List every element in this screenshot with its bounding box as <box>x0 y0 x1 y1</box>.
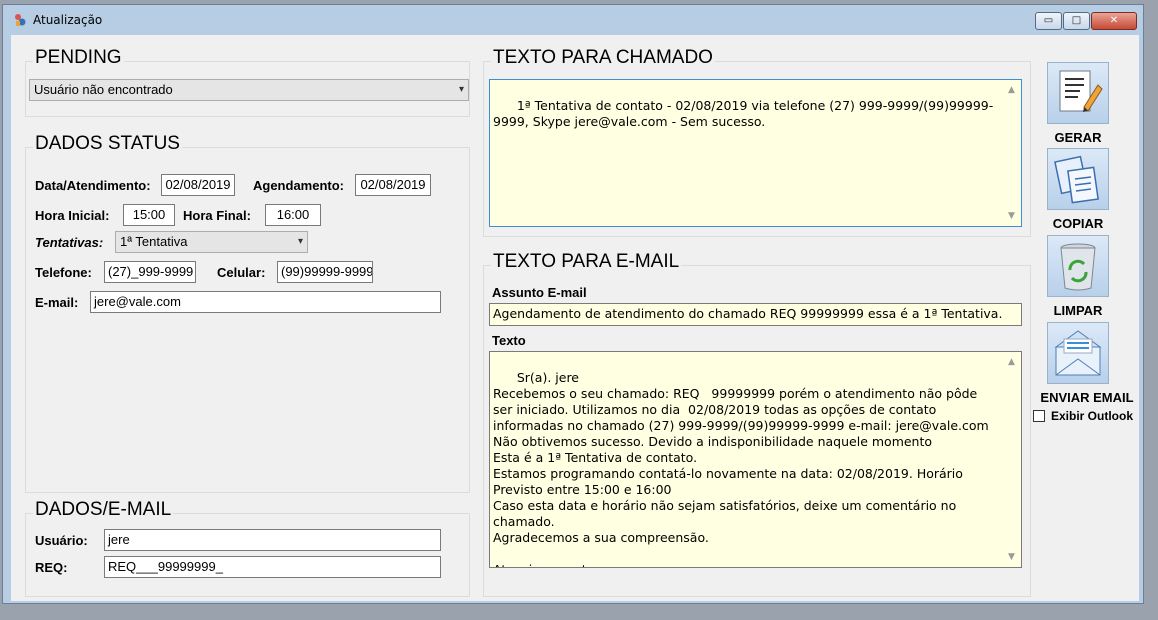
assunto-input[interactable]: Agendamento de atendimento do chamado RE… <box>489 303 1022 326</box>
celular-input[interactable]: (99)99999-9999 <box>277 261 373 283</box>
scroll-down-icon[interactable]: ▼ <box>1008 549 1015 565</box>
data-atendimento-input[interactable]: 02/08/2019 <box>161 174 235 196</box>
telefone-label: Telefone: <box>35 265 92 280</box>
scroll-up-icon[interactable]: ▲ <box>1008 354 1015 370</box>
pending-title: PENDING <box>33 47 124 69</box>
dados-email-title: DADOS/E-MAIL <box>33 499 174 521</box>
envelope-icon <box>1054 330 1102 376</box>
tentativas-select[interactable]: 1ª Tentativa ▾ <box>115 231 308 253</box>
texto-email-scrollbar[interactable]: ▲ ▼ <box>1004 352 1021 567</box>
data-atendimento-label: Data/Atendimento: <box>35 178 151 193</box>
hora-final-input[interactable]: 16:00 <box>265 204 321 226</box>
texto-chamado-scrollbar[interactable]: ▲ ▼ <box>1004 80 1021 226</box>
app-window: Atualização ▭ □ ✕ PENDING Usuário não en… <box>2 4 1144 604</box>
texto-chamado-title: TEXTO PARA CHAMADO <box>491 47 715 69</box>
pending-select[interactable]: Usuário não encontrado ▾ <box>29 79 469 101</box>
close-button[interactable]: ✕ <box>1091 12 1137 30</box>
telefone-input[interactable]: (27)_999-9999 <box>104 261 196 283</box>
copy-icon <box>1054 155 1099 204</box>
scroll-up-icon[interactable]: ▲ <box>1008 82 1015 98</box>
copiar-label: COPIAR <box>1052 216 1104 231</box>
exibir-outlook-checkbox[interactable] <box>1033 410 1045 422</box>
agendamento-input[interactable]: 02/08/2019 <box>355 174 431 196</box>
usuario-label: Usuário: <box>35 533 88 548</box>
dados-status-group <box>25 147 470 493</box>
gerar-button[interactable] <box>1047 62 1109 124</box>
req-label: REQ: <box>35 560 68 575</box>
texto-chamado-textarea[interactable]: 1ª Tentativa de contato - 02/08/2019 via… <box>489 79 1022 227</box>
dados-email-group <box>25 513 470 597</box>
minimize-button[interactable]: ▭ <box>1035 12 1062 30</box>
chevron-down-icon: ▾ <box>458 84 464 95</box>
req-input[interactable]: REQ___99999999_ <box>104 556 441 578</box>
assunto-label: Assunto E-mail <box>492 285 587 300</box>
exibir-outlook-label[interactable]: Exibir Outlook <box>1051 409 1133 423</box>
texto-email-title: TEXTO PARA E-MAIL <box>491 251 682 273</box>
enviar-email-button[interactable] <box>1047 322 1109 384</box>
celular-label: Celular: <box>217 265 266 280</box>
client-area: PENDING Usuário não encontrado ▾ DADOS S… <box>11 35 1139 601</box>
scroll-down-icon[interactable]: ▼ <box>1008 208 1015 224</box>
hora-final-label: Hora Final: <box>183 208 251 223</box>
limpar-button[interactable] <box>1047 235 1109 297</box>
texto-email-textarea[interactable]: Sr(a). jere Recebemos o seu chamado: REQ… <box>489 351 1022 568</box>
title-bar[interactable]: Atualização ▭ □ ✕ <box>3 5 1143 33</box>
dados-status-title: DADOS STATUS <box>33 133 182 155</box>
texto-chamado-text: 1ª Tentativa de contato - 02/08/2019 via… <box>493 98 994 129</box>
limpar-label: LIMPAR <box>1053 303 1103 318</box>
app-icon <box>15 14 26 26</box>
pending-select-value: Usuário não encontrado <box>34 82 173 97</box>
usuario-input[interactable]: jere <box>104 529 441 551</box>
texto-email-text: Sr(a). jere Recebemos o seu chamado: REQ… <box>493 370 989 567</box>
copiar-button[interactable] <box>1047 148 1109 210</box>
email-label: E-mail: <box>35 295 79 310</box>
hora-inicial-input[interactable]: 15:00 <box>123 204 175 226</box>
tentativas-select-value: 1ª Tentativa <box>120 234 188 249</box>
enviar-email-label: ENVIAR EMAIL <box>1040 390 1134 405</box>
window-title: Atualização <box>33 13 103 27</box>
maximize-button[interactable]: □ <box>1063 12 1090 30</box>
email-input[interactable]: jere@vale.com <box>90 291 441 313</box>
tentativas-label: Tentativas: <box>35 235 104 250</box>
agendamento-label: Agendamento: <box>253 178 344 193</box>
document-edit-icon <box>1059 70 1103 112</box>
chevron-down-icon: ▾ <box>297 236 303 247</box>
gerar-label: GERAR <box>1054 130 1102 145</box>
texto-label: Texto <box>492 333 526 348</box>
recycle-bin-icon <box>1060 243 1096 291</box>
hora-inicial-label: Hora Inicial: <box>35 208 110 223</box>
